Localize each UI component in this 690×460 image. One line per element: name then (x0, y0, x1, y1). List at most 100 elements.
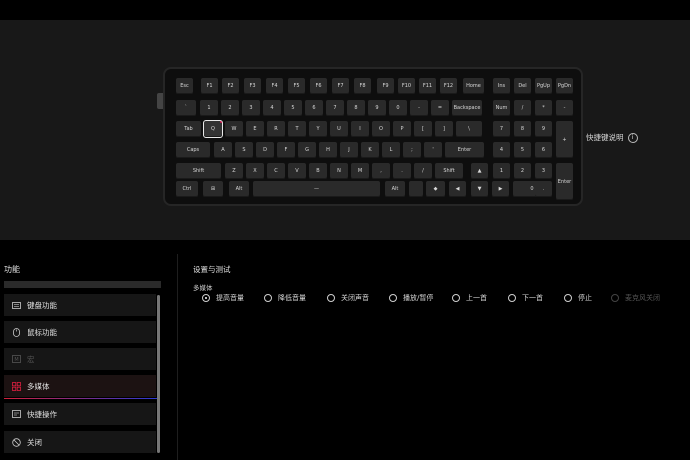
key--[interactable]: ' (424, 142, 442, 158)
key-enter[interactable]: Enter (445, 142, 484, 158)
radio-next[interactable]: 下一首 (508, 293, 543, 303)
key--[interactable]: ] (435, 121, 453, 137)
hotkey-help[interactable]: 快捷键说明 i (586, 132, 638, 143)
key-q[interactable]: Q (203, 120, 223, 138)
key--[interactable]: \ (456, 121, 482, 137)
key--[interactable]: ⊞ (203, 181, 223, 197)
key-alt[interactable]: Alt (229, 181, 249, 197)
key-4[interactable]: 4 (493, 142, 510, 158)
key-2[interactable]: 2 (221, 100, 239, 116)
key--[interactable]: ▼ (471, 181, 488, 197)
radio-circle[interactable] (389, 294, 397, 302)
key-9[interactable]: 9 (535, 121, 552, 137)
key-f1[interactable]: F1 (201, 78, 218, 94)
key--[interactable]: = (431, 100, 449, 116)
key-9[interactable]: 9 (368, 100, 386, 116)
key-ins[interactable]: Ins (493, 78, 510, 94)
key-f[interactable]: F (277, 142, 295, 158)
radio-circle[interactable] (264, 294, 272, 302)
key-f2[interactable]: F2 (222, 78, 239, 94)
key-enter[interactable]: Enter (556, 163, 573, 200)
key--[interactable]: [ (414, 121, 432, 137)
sidebar-scrollbar[interactable] (157, 295, 160, 453)
key--[interactable]: . (393, 163, 411, 179)
key-8[interactable]: 8 (514, 121, 531, 137)
key-tab[interactable]: Tab (176, 121, 201, 137)
key-3[interactable]: 3 (242, 100, 260, 116)
radio-circle[interactable] (202, 294, 210, 302)
key--[interactable]: + (556, 121, 573, 158)
key-f8[interactable]: F8 (354, 78, 371, 94)
sidebar-item-disable[interactable]: 关闭 (4, 431, 156, 453)
key-p[interactable]: P (393, 121, 411, 137)
key-j[interactable]: J (340, 142, 358, 158)
key-s[interactable]: S (235, 142, 253, 158)
key-f12[interactable]: F12 (440, 78, 457, 94)
key-num[interactable]: Num (493, 100, 510, 116)
key--[interactable]: ◀ (449, 181, 466, 197)
info-icon[interactable]: i (627, 132, 638, 143)
key--[interactable]: ; (403, 142, 421, 158)
key--[interactable]: — (253, 181, 380, 197)
key-1[interactable]: 1 (493, 163, 510, 179)
key-3[interactable]: 3 (535, 163, 552, 179)
key-c[interactable]: C (267, 163, 285, 179)
key-ctrl[interactable]: Ctrl (176, 181, 198, 197)
key-f6[interactable]: F6 (310, 78, 327, 94)
key--[interactable]: . (535, 181, 552, 197)
key--[interactable]: ▶ (492, 181, 509, 197)
key-z[interactable]: Z (225, 163, 243, 179)
radio-stop[interactable]: 停止 (564, 293, 592, 303)
key--[interactable]: / (414, 163, 432, 179)
key-shift[interactable]: Shift (176, 163, 221, 179)
key-l[interactable]: L (382, 142, 400, 158)
key-f5[interactable]: F5 (288, 78, 305, 94)
key-caps[interactable]: Caps (176, 142, 210, 158)
key-5[interactable]: 5 (284, 100, 302, 116)
key-f10[interactable]: F10 (398, 78, 415, 94)
key-y[interactable]: Y (309, 121, 327, 137)
key-d[interactable]: D (256, 142, 274, 158)
sidebar-item-media[interactable]: 多媒体 (4, 375, 160, 399)
key-f11[interactable]: F11 (419, 78, 436, 94)
key-del[interactable]: Del (514, 78, 531, 94)
key--[interactable]: , (372, 163, 390, 179)
key-7[interactable]: 7 (493, 121, 510, 137)
key-w[interactable]: W (225, 121, 243, 137)
key-e[interactable]: E (246, 121, 264, 137)
sidebar-item-mouse[interactable]: 鼠标功能 (4, 321, 156, 343)
radio-play-pause[interactable]: 播放/暂停 (389, 293, 433, 303)
radio-circle[interactable] (327, 294, 335, 302)
radio-volume-down[interactable]: 降低音量 (264, 293, 306, 303)
key--[interactable]: * (535, 100, 552, 116)
key-a[interactable]: A (214, 142, 232, 158)
key-f3[interactable]: F3 (244, 78, 261, 94)
key-r[interactable]: R (267, 121, 285, 137)
key-home[interactable]: Home (463, 78, 484, 94)
sidebar-item-keyboard[interactable]: 键盘功能 (4, 294, 156, 316)
key-o[interactable]: O (372, 121, 390, 137)
radio-circle[interactable] (508, 294, 516, 302)
key--[interactable]: ◆ (426, 181, 445, 197)
key-t[interactable]: T (288, 121, 306, 137)
key-blank[interactable] (409, 181, 423, 197)
key-k[interactable]: K (361, 142, 379, 158)
radio-mute[interactable]: 关闭声音 (327, 293, 369, 303)
key--[interactable]: / (514, 100, 531, 116)
key-v[interactable]: V (288, 163, 306, 179)
key-u[interactable]: U (330, 121, 348, 137)
key-n[interactable]: N (330, 163, 348, 179)
key-alt[interactable]: Alt (385, 181, 405, 197)
key--[interactable]: - (556, 100, 573, 116)
key-6[interactable]: 6 (305, 100, 323, 116)
radio-circle[interactable] (564, 294, 572, 302)
key-6[interactable]: 6 (535, 142, 552, 158)
radio-circle[interactable] (452, 294, 460, 302)
key-g[interactable]: G (298, 142, 316, 158)
key-shift[interactable]: Shift (435, 163, 463, 179)
key-f9[interactable]: F9 (377, 78, 394, 94)
key-1[interactable]: 1 (200, 100, 218, 116)
sidebar-item-macro[interactable]: M 宏 (4, 348, 156, 370)
key-b[interactable]: B (309, 163, 327, 179)
key-4[interactable]: 4 (263, 100, 281, 116)
